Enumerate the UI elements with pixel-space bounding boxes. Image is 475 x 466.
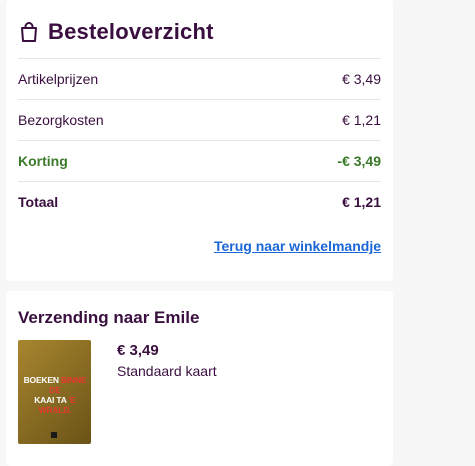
back-link-wrap: Terug naar winkelmandje [18,238,381,256]
row-discount: Korting -€ 3,49 [18,141,381,182]
row-item-prices: Artikelprijzen € 3,49 [18,59,381,100]
total-label: Totaal [18,194,59,210]
summary-rows: Artikelprijzen € 3,49 Bezorgkosten € 1,2… [18,58,381,222]
row-total: Totaal € 1,21 [18,182,381,222]
order-summary-title: Besteloverzicht [48,19,214,44]
thumbnail-text: BOEKEN BINNE DE KAAI TA 'E WRALD. [22,375,88,415]
thumbnail-logo-mark [51,432,57,438]
product-item: BOEKEN BINNE DE KAAI TA 'E WRALD. € 3,49… [18,340,381,444]
shipping-card: Verzending naar Emile BOEKEN BINNE DE KA… [6,291,393,466]
discount-value: -€ 3,49 [337,153,381,169]
delivery-costs-value: € 1,21 [342,112,381,128]
shopping-bag-icon [18,21,40,43]
discount-label: Korting [18,153,68,169]
thumb-text-white-1: BOEKEN [23,375,59,385]
row-delivery-costs: Bezorgkosten € 1,21 [18,100,381,141]
delivery-costs-label: Bezorgkosten [18,112,104,128]
item-prices-label: Artikelprijzen [18,71,99,87]
product-info: € 3,49 Standaard kaart [117,340,217,444]
item-prices-value: € 3,49 [342,71,381,87]
product-price: € 3,49 [117,342,159,359]
product-thumbnail[interactable]: BOEKEN BINNE DE KAAI TA 'E WRALD. [18,340,91,444]
thumb-text-white-2: KAAI TA [34,395,69,405]
product-description: Standaard kaart [117,363,217,379]
order-summary-header: Besteloverzicht [18,18,381,46]
back-to-cart-link[interactable]: Terug naar winkelmandje [214,238,381,254]
total-value: € 1,21 [342,194,381,210]
shipping-title: Verzending naar Emile [18,308,200,327]
order-summary-card: Besteloverzicht Artikelprijzen € 3,49 Be… [6,0,393,281]
